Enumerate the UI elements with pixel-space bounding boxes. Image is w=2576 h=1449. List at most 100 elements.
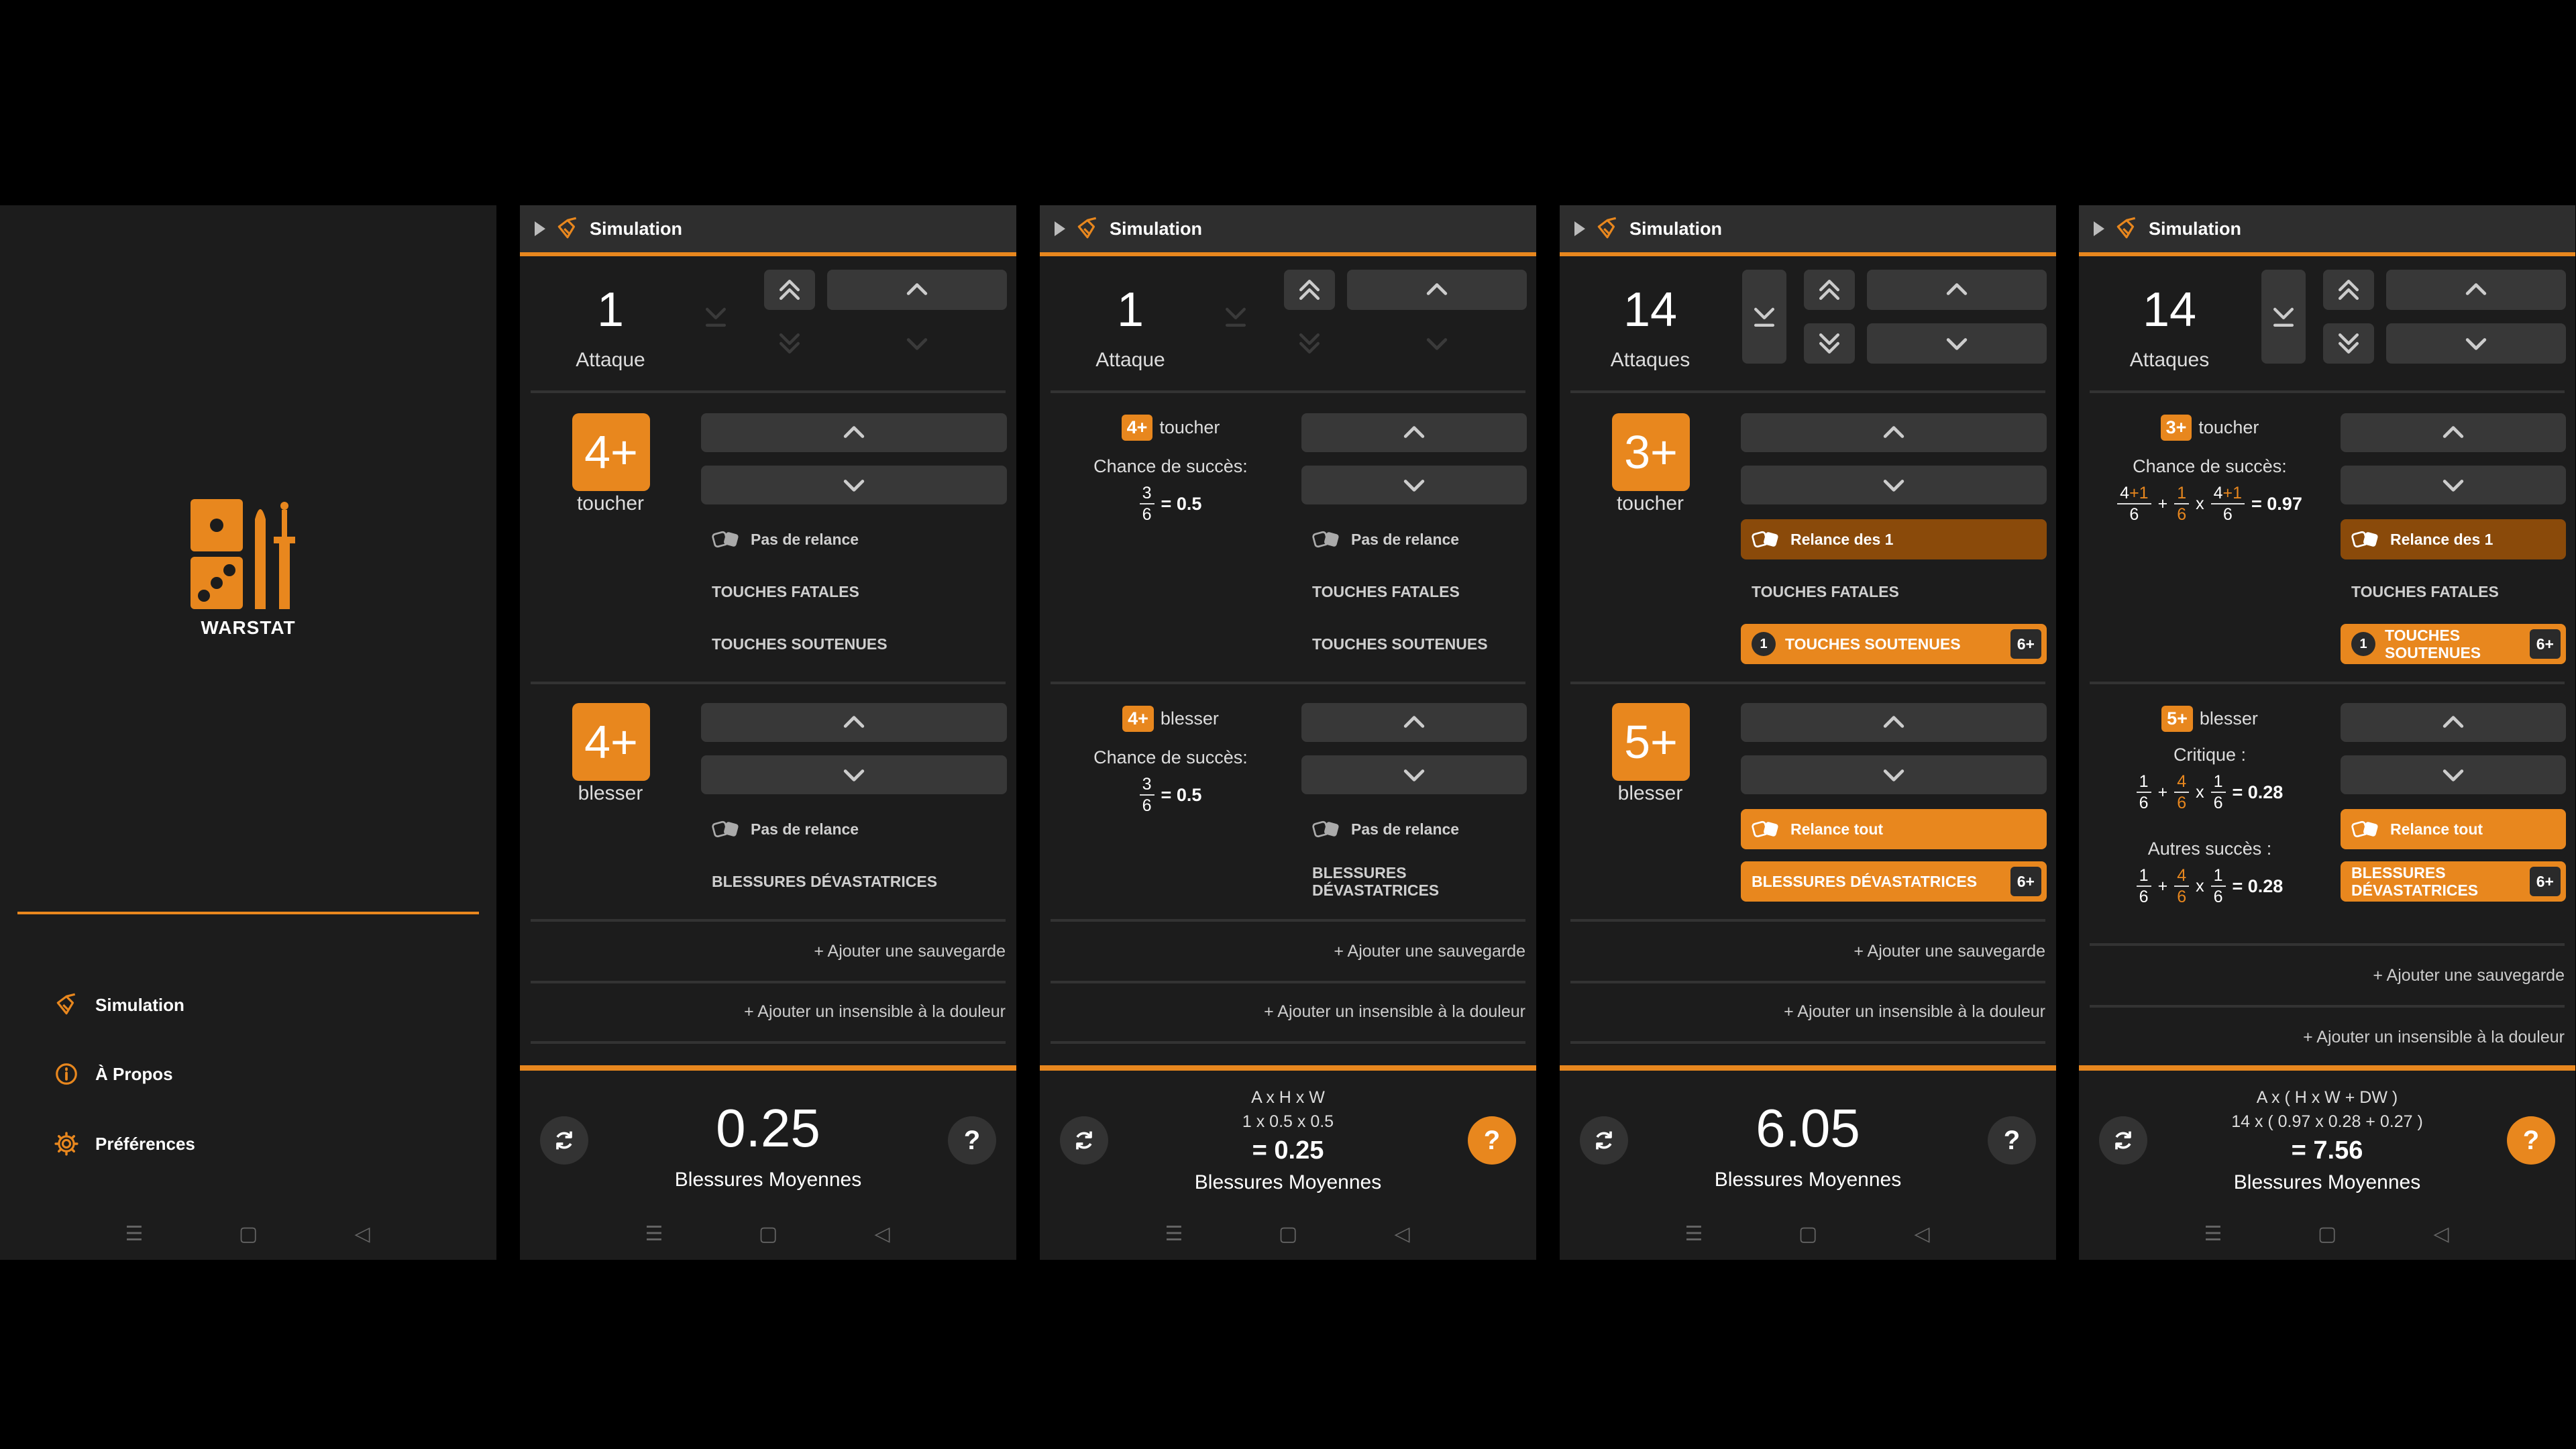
menu-item-simulation[interactable]: Simulation [54, 985, 184, 1025]
back-nav-icon[interactable]: ◁ [872, 1222, 892, 1246]
simulation-header[interactable]: Simulation [2079, 205, 2575, 256]
attacks-plus-ten-button[interactable] [1284, 270, 1335, 310]
add-fnp-link[interactable]: + Ajouter un insensible à la douleur [744, 1002, 1006, 1022]
hit-reroll-option[interactable]: Pas de relance [701, 519, 1007, 559]
add-fnp-link[interactable]: + Ajouter un insensible à la douleur [2303, 1028, 2565, 1047]
add-save-link[interactable]: + Ajouter une sauvegarde [814, 942, 1006, 961]
sustained-hits-option[interactable]: 1 TOUCHES SOUTENUES 6+ [2341, 624, 2566, 664]
hit-reroll-option[interactable]: Relance des 1 [2341, 519, 2566, 559]
hit-plus-button[interactable] [1741, 413, 2047, 452]
result-label: Blessures Moyennes [1714, 1169, 1902, 1191]
critical-threshold[interactable]: 6+ [2010, 629, 2041, 659]
add-fnp-link[interactable]: + Ajouter un insensible à la douleur [1784, 1002, 2045, 1022]
critical-threshold[interactable]: 6+ [2010, 867, 2041, 896]
hit-reroll-option[interactable]: Relance des 1 [1741, 519, 2047, 559]
attacks-plus-button[interactable] [827, 270, 1007, 310]
attacks-minus-button[interactable] [1867, 323, 2047, 364]
attacks-minus-button[interactable] [2386, 323, 2566, 364]
attacks-plus-button[interactable] [1347, 270, 1527, 310]
simulation-header[interactable]: Simulation [1040, 205, 1536, 256]
devastating-wounds-option[interactable]: BLESSURES DÉVASTATRICES [1301, 861, 1462, 902]
hit-plus-button[interactable] [1301, 413, 1527, 452]
home-nav-icon[interactable]: ▢ [1278, 1222, 1298, 1246]
hit-minus-button[interactable] [1301, 466, 1527, 504]
critical-threshold[interactable]: 6+ [2529, 867, 2561, 896]
wound-plus-button[interactable] [2341, 703, 2566, 742]
add-save-link[interactable]: + Ajouter une sauvegarde [2373, 966, 2565, 985]
lethal-hits-option[interactable]: TOUCHES FATALES [1741, 572, 2047, 612]
min-attacks-button[interactable] [1742, 270, 1786, 364]
back-nav-icon[interactable]: ◁ [352, 1222, 372, 1246]
hit-reroll-option[interactable]: Pas de relance [1301, 519, 1527, 559]
wound-minus-button[interactable] [2341, 755, 2566, 794]
wound-plus-button[interactable] [1741, 703, 2047, 742]
expand-icon[interactable] [2094, 221, 2104, 236]
attacks-plus-button[interactable] [2386, 270, 2566, 310]
home-nav-icon[interactable]: ▢ [1798, 1222, 1818, 1246]
wound-reroll-option[interactable]: Relance tout [2341, 809, 2566, 849]
wound-reroll-option[interactable]: Relance tout [1741, 809, 2047, 849]
home-nav-icon[interactable]: ▢ [758, 1222, 778, 1246]
menu-item-about[interactable]: À Propos [54, 1054, 173, 1094]
attacks-minus-ten-button[interactable] [2323, 323, 2374, 364]
lethal-hits-option[interactable]: TOUCHES FATALES [1301, 572, 1527, 612]
menu-nav-icon[interactable]: ☰ [2203, 1222, 2223, 1246]
wound-badge: 5+ [1612, 703, 1690, 781]
menu-item-preferences[interactable]: Préférences [54, 1124, 195, 1164]
add-fnp-link[interactable]: + Ajouter un insensible à la douleur [1264, 1002, 1525, 1022]
lethal-hits-option[interactable]: TOUCHES FATALES [701, 572, 1007, 612]
wound-plus-button[interactable] [1301, 703, 1527, 742]
help-button[interactable]: ? [2507, 1116, 2555, 1165]
attacks-plus-ten-button[interactable] [2323, 270, 2374, 310]
home-nav-icon[interactable]: ▢ [2317, 1222, 2337, 1246]
menu-nav-icon[interactable]: ☰ [1164, 1222, 1184, 1246]
help-button[interactable]: ? [1468, 1116, 1516, 1165]
sustained-hits-option[interactable]: TOUCHES SOUTENUES [1301, 624, 1527, 664]
critical-threshold[interactable]: 6+ [2529, 629, 2561, 659]
hit-minus-button[interactable] [701, 466, 1007, 504]
expand-icon[interactable] [535, 221, 545, 236]
refresh-button[interactable] [1580, 1116, 1628, 1165]
menu-nav-icon[interactable]: ☰ [644, 1222, 664, 1246]
back-nav-icon[interactable]: ◁ [1912, 1222, 1932, 1246]
wound-reroll-option[interactable]: Pas de relance [1301, 809, 1527, 849]
expand-icon[interactable] [1055, 221, 1065, 236]
devastating-wounds-option[interactable]: BLESSURES DÉVASTATRICES 6+ [2341, 861, 2566, 902]
sustained-hits-option[interactable]: TOUCHES SOUTENUES [701, 624, 1007, 664]
sustained-count[interactable]: 1 [1752, 632, 1776, 656]
menu-nav-icon[interactable]: ☰ [124, 1222, 144, 1246]
menu-nav-icon[interactable]: ☰ [1684, 1222, 1704, 1246]
min-attacks-button[interactable] [2261, 270, 2306, 364]
home-nav-icon[interactable]: ▢ [238, 1222, 258, 1246]
hit-plus-button[interactable] [2341, 413, 2566, 452]
wound-minus-button[interactable] [1741, 755, 2047, 794]
expand-icon[interactable] [1574, 221, 1585, 236]
sustained-hits-option[interactable]: 1 TOUCHES SOUTENUES 6+ [1741, 624, 2047, 664]
hit-plus-button[interactable] [701, 413, 1007, 452]
help-button[interactable]: ? [948, 1116, 996, 1165]
attacks-plus-ten-button[interactable] [764, 270, 815, 310]
refresh-button[interactable] [540, 1116, 588, 1165]
sustained-count[interactable]: 1 [2351, 632, 2375, 656]
back-nav-icon[interactable]: ◁ [2431, 1222, 2451, 1246]
wound-reroll-option[interactable]: Pas de relance [701, 809, 1007, 849]
attacks-minus-ten-button[interactable] [1804, 323, 1855, 364]
attacks-plus-ten-button[interactable] [1804, 270, 1855, 310]
devastating-wounds-option[interactable]: BLESSURES DÉVASTATRICES 6+ [1741, 861, 2047, 902]
simulation-header[interactable]: Simulation [520, 205, 1016, 256]
devastating-wounds-option[interactable]: BLESSURES DÉVASTATRICES [701, 861, 1007, 902]
wound-minus-button[interactable] [701, 755, 1007, 794]
back-nav-icon[interactable]: ◁ [1392, 1222, 1412, 1246]
simulation-header[interactable]: Simulation [1560, 205, 2056, 256]
wound-minus-button[interactable] [1301, 755, 1527, 794]
hit-minus-button[interactable] [1741, 466, 2047, 504]
hit-minus-button[interactable] [2341, 466, 2566, 504]
add-save-link[interactable]: + Ajouter une sauvegarde [1854, 942, 2045, 961]
add-save-link[interactable]: + Ajouter une sauvegarde [1334, 942, 1525, 961]
refresh-button[interactable] [1060, 1116, 1108, 1165]
wound-plus-button[interactable] [701, 703, 1007, 742]
lethal-hits-option[interactable]: TOUCHES FATALES [2341, 572, 2566, 612]
attacks-plus-button[interactable] [1867, 270, 2047, 310]
help-button[interactable]: ? [1988, 1116, 2036, 1165]
refresh-button[interactable] [2099, 1116, 2147, 1165]
